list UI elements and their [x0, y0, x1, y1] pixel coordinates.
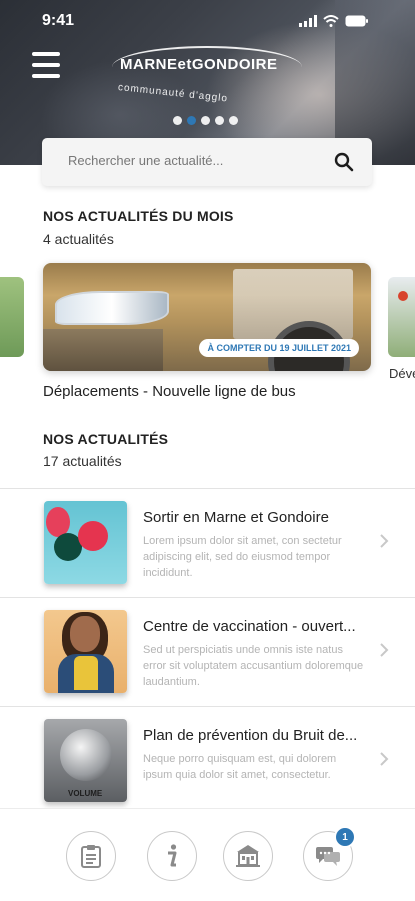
- tab-messages[interactable]: 1: [303, 826, 356, 881]
- list-item[interactable]: Centre de vaccination - ouvert... Sed ut…: [0, 598, 415, 707]
- menu-bar-icon: [32, 63, 60, 67]
- vaccination-thumbnail: [44, 610, 127, 693]
- tab-town-hall[interactable]: [223, 831, 273, 881]
- status-bar: 9:41: [0, 12, 415, 32]
- hero-carousel-dots: [173, 116, 238, 125]
- town-hall-icon: [236, 845, 260, 867]
- chat-icon: [316, 847, 340, 866]
- chevron-right-icon: [380, 643, 389, 657]
- news-item-title: Centre de vaccination - ouvert...: [143, 618, 356, 635]
- chevron-right-icon: [380, 752, 389, 766]
- search-input[interactable]: [66, 152, 320, 169]
- poppy-image: [398, 291, 408, 301]
- news-section-count: 17 actualités: [43, 453, 122, 469]
- tab-info[interactable]: [147, 831, 197, 881]
- chevron-right-icon: [380, 534, 389, 548]
- woman-shirt-image: [74, 656, 98, 690]
- wifi-icon: [323, 15, 339, 27]
- hamburger-menu-button[interactable]: [32, 52, 60, 78]
- clipboard-icon: [81, 845, 101, 868]
- news-item-title: Sortir en Marne et Gondoire: [143, 509, 329, 526]
- balloons-thumbnail: [44, 501, 127, 584]
- date-badge: À COMPTER DU 19 JUILLET 2021: [199, 339, 359, 357]
- logo-title: MARNEetGONDOIRE: [120, 56, 278, 73]
- previous-news-card[interactable]: [0, 277, 24, 357]
- news-item-description: Lorem ipsum dolor sit amet, con sectetur…: [143, 535, 342, 579]
- status-time: 9:41: [42, 12, 75, 29]
- list-item[interactable]: Sortir en Marne et Gondoire Lorem ipsum …: [0, 489, 415, 598]
- app-logo: MARNEetGONDOIRE communauté d'agglo: [112, 46, 308, 108]
- info-icon: [168, 844, 177, 867]
- volume-knob-thumbnail: VOLUME: [44, 719, 127, 802]
- tab-agenda[interactable]: [66, 831, 116, 881]
- list-item[interactable]: VOLUME Plan de prévention du Bruit de...…: [0, 707, 415, 816]
- next-news-label: Déve: [389, 366, 415, 381]
- news-item-description: Sed ut perspiciatis unde omnis iste natu…: [143, 644, 364, 688]
- menu-bar-icon: [32, 52, 60, 56]
- news-item-title: Plan de prévention du Bruit de...: [143, 727, 358, 744]
- carousel-dot[interactable]: [229, 116, 238, 125]
- news-section-title: NOS ACTUALITÉS: [43, 431, 169, 447]
- carousel-dot[interactable]: [173, 116, 182, 125]
- woman-face-image: [70, 616, 100, 652]
- bus-headlight: [55, 291, 169, 325]
- featured-news-card[interactable]: À COMPTER DU 19 JUILLET 2021: [43, 263, 371, 371]
- carousel-dot[interactable]: [215, 116, 224, 125]
- news-list: Sortir en Marne et Gondoire Lorem ipsum …: [0, 488, 415, 816]
- notification-badge: 1: [334, 826, 356, 848]
- featured-news-title[interactable]: Déplacements - Nouvelle ligne de bus: [43, 383, 296, 400]
- news-item-description: Neque porro quisquam est, qui dolorem ip…: [143, 753, 337, 781]
- carousel-dot-active[interactable]: [187, 116, 196, 125]
- bottom-tab-bar: 1: [0, 808, 415, 901]
- month-section-count: 4 actualités: [43, 231, 114, 247]
- bus-grill: [43, 329, 163, 371]
- balloon-image: [78, 521, 108, 551]
- search-icon[interactable]: [334, 152, 354, 172]
- volume-label: VOLUME: [68, 789, 103, 798]
- signal-icon: [299, 15, 317, 27]
- search-bar: [42, 138, 372, 186]
- next-news-card[interactable]: [388, 277, 415, 357]
- menu-bar-icon: [32, 74, 60, 78]
- status-icons: [299, 15, 369, 27]
- volume-knob-image: [60, 729, 112, 781]
- carousel-dot[interactable]: [201, 116, 210, 125]
- month-section-title: NOS ACTUALITÉS DU MOIS: [43, 208, 234, 224]
- battery-icon: [345, 15, 368, 27]
